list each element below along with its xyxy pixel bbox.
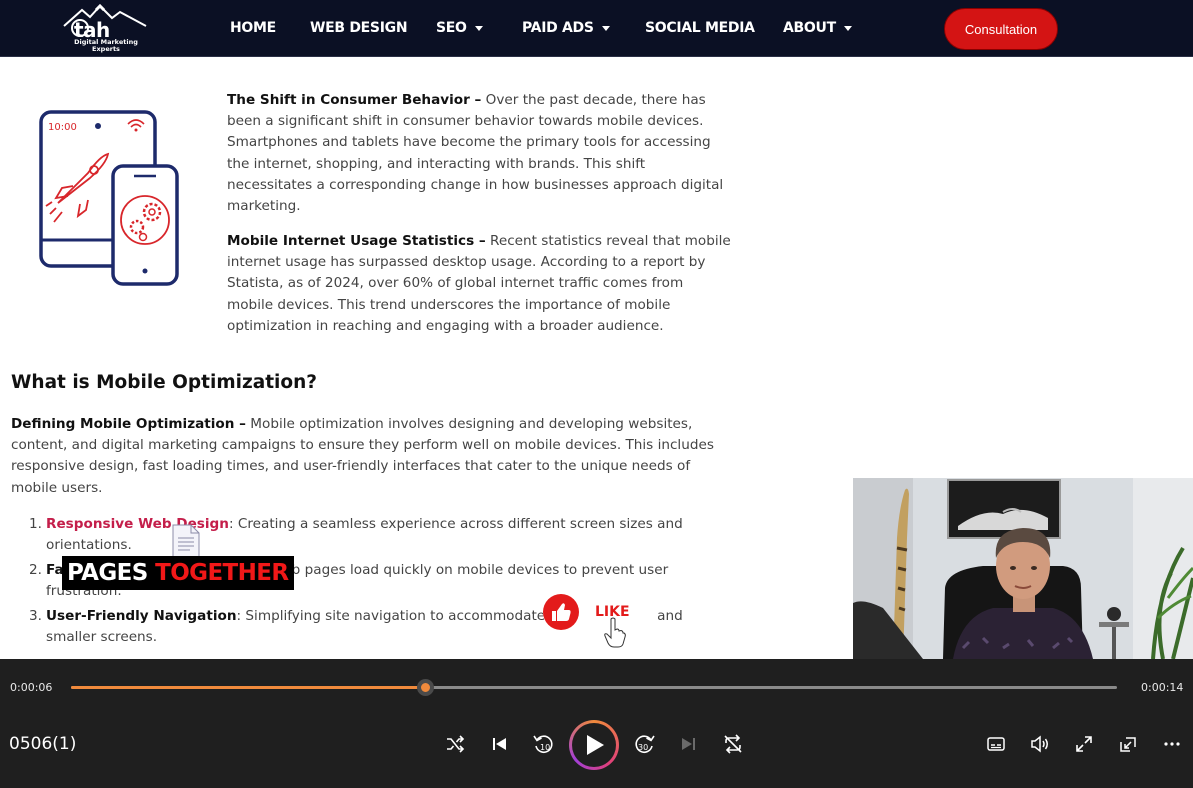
logo-tagline: Digital Marketing Experts [74,38,138,53]
list-number: 2. [29,562,42,578]
previous-icon [493,738,506,750]
next-icon [682,738,695,750]
defining-paragraph: Defining Mobile Optimization – Mobile op… [11,414,731,499]
mini-player-button[interactable] [1116,732,1140,756]
mobile-optimization-heading: What is Mobile Optimization? [11,372,317,393]
list-number: 1. [29,516,42,532]
nav-seo-label: SEO [436,20,467,36]
nav-about[interactable]: ABOUT [783,0,852,57]
more-options-icon [1164,742,1180,746]
webcam-overlay [853,478,1193,659]
site-header: tah Digital Marketing Experts HOME WEB D… [0,0,1193,57]
shuffle-icon [447,735,465,753]
play-button[interactable] [569,720,619,770]
skip-forward-seconds: 30 [638,743,648,752]
nav-paid-ads-label: PAID ADS [522,20,594,36]
skip-back-icon: 10 [533,735,553,753]
defining-title: Defining Mobile Optimization – [11,416,246,432]
mobile-devices-illustration: 10:00 [38,108,183,288]
consumer-behavior-title: The Shift in Consumer Behavior – [227,92,482,108]
repeat-off-icon [724,734,742,754]
consumer-behavior-paragraph: The Shift in Consumer Behavior – Over th… [227,90,732,217]
volume-icon [1031,735,1048,753]
shuffle-button[interactable] [443,732,467,756]
current-time: 0:00:06 [10,681,53,694]
mini-player-icon [1120,737,1136,752]
video-caption: PAGES TOGETHER [62,556,294,590]
pointer-hand-icon [604,616,626,652]
usage-statistics-paragraph: Mobile Internet Usage Statistics – Recen… [227,231,732,337]
skip-forward-button[interactable]: 30 [633,732,657,756]
nav-social-media[interactable]: SOCIAL MEDIA [645,0,755,57]
nav-web-design[interactable]: WEB DESIGN [310,0,408,57]
previous-button[interactable] [487,732,511,756]
media-title: 0506(1) [9,734,77,754]
chevron-down-icon [474,25,483,31]
list-item-text: : Simplifying site navigation to accommo… [236,608,546,624]
nav-home[interactable]: HOME [230,0,276,57]
skip-forward-icon: 30 [635,735,655,753]
nav-about-label: ABOUT [783,20,836,36]
list-item-term: User-Friendly Navigation [46,608,237,624]
nav-seo[interactable]: SEO [436,0,483,57]
skip-back-seconds: 10 [540,743,550,752]
chevron-down-icon [601,25,610,31]
thumbs-up-icon [543,594,579,630]
consumer-behavior-text: Over the past decade, there has been a s… [227,92,724,215]
nav-web-design-label: WEB DESIGN [310,20,408,36]
site-logo[interactable]: tah Digital Marketing Experts [60,4,150,54]
media-player-controls: 0:00:06 0:00:14 0506(1) 10 30 [0,659,1193,788]
like-overlay: LIKE [543,594,651,632]
chevron-down-icon [843,25,852,31]
video-frame[interactable]: tah Digital Marketing Experts HOME WEB D… [0,0,1193,659]
play-icon [587,735,604,755]
caption-word-1: PAGES [67,560,148,586]
seek-bar-progress [71,686,425,689]
presenter-video-image [853,478,1193,659]
list-item: 1. Responsive Web Design: Creating a seam… [29,514,726,556]
consultation-button[interactable]: Consultation [944,8,1058,50]
list-number: 3. [29,608,42,624]
more-options-button[interactable] [1160,732,1184,756]
nav-paid-ads[interactable]: PAID ADS [522,0,610,57]
captions-button[interactable] [984,732,1008,756]
next-button[interactable] [677,732,701,756]
nav-social-media-label: SOCIAL MEDIA [645,20,755,36]
captions-icon [987,737,1005,751]
svg-text:10:00: 10:00 [48,122,77,133]
volume-button[interactable] [1028,732,1052,756]
fullscreen-icon [1076,736,1092,752]
repeat-off-button[interactable] [721,732,745,756]
responsive-design-link[interactable]: Responsive Web Design [46,516,229,532]
tablet-phone-icon: 10:00 [39,110,179,286]
nav-home-label: HOME [230,20,276,36]
usage-statistics-title: Mobile Internet Usage Statistics – [227,233,486,249]
fullscreen-button[interactable] [1072,732,1096,756]
skip-back-button[interactable]: 10 [531,732,555,756]
caption-word-2: TOGETHER [155,560,289,586]
seek-thumb[interactable] [416,679,434,696]
seek-bar[interactable] [71,679,1117,696]
total-time: 0:00:14 [1141,681,1184,694]
